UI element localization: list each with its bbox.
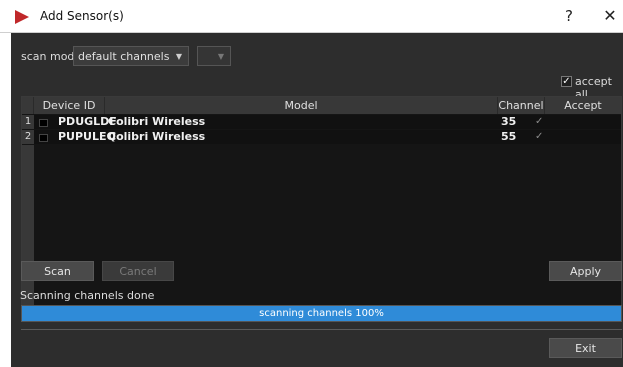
cancel-button-label: Cancel xyxy=(119,265,157,278)
column-header-device-id[interactable]: Device ID xyxy=(34,97,105,114)
channel-cell: 35 xyxy=(501,115,517,128)
title-bar: Add Sensor(s) ? ✕ xyxy=(0,0,623,33)
row-header-corner xyxy=(22,97,34,114)
help-button[interactable]: ? xyxy=(559,7,579,25)
exit-button[interactable]: Exit xyxy=(549,338,622,358)
scan-progress-bar: scanning channels 100% xyxy=(21,305,622,322)
accept-all-checkbox[interactable]: ✓ xyxy=(561,76,572,87)
table-row[interactable]: 2 PUPULEQ Colibri Wireless 55 ✓ xyxy=(22,130,621,144)
column-header-accept[interactable]: Accept xyxy=(545,97,621,114)
dialog-body: scan mode default channels ▼ ▼ ✓ accept … xyxy=(11,33,623,367)
device-icon xyxy=(39,134,48,142)
row-number: 1 xyxy=(22,115,34,129)
apply-button-label: Apply xyxy=(569,265,602,278)
model-cell: Colibri Wireless xyxy=(108,115,206,128)
accept-checkbox[interactable]: ✓ xyxy=(535,115,543,129)
scan-button[interactable]: Scan xyxy=(21,261,94,281)
column-header-channel[interactable]: Channel xyxy=(498,97,545,114)
chevron-down-icon: ▼ xyxy=(217,52,224,61)
accept-checkbox[interactable]: ✓ xyxy=(535,130,543,144)
exit-button-label: Exit xyxy=(575,342,596,355)
chevron-down-icon: ▼ xyxy=(175,52,182,61)
table-row[interactable]: 1 PDUGLDF Colibri Wireless 35 ✓ xyxy=(22,115,621,129)
row-number: 2 xyxy=(22,130,34,144)
channel-select[interactable]: ▼ xyxy=(197,46,231,66)
close-button[interactable]: ✕ xyxy=(600,6,620,25)
window-title: Add Sensor(s) xyxy=(40,9,124,23)
device-icon xyxy=(39,119,48,127)
cancel-button[interactable]: Cancel xyxy=(102,261,174,281)
apply-button[interactable]: Apply xyxy=(549,261,622,281)
column-header-model[interactable]: Model xyxy=(105,97,498,114)
table-header: Device ID Model Channel Accept xyxy=(22,97,621,114)
divider xyxy=(21,329,622,330)
sensor-table: Device ID Model Channel Accept 1 PDUGLDF… xyxy=(21,96,622,315)
progress-label: scanning channels 100% xyxy=(259,308,384,319)
model-cell: Colibri Wireless xyxy=(108,130,206,143)
channel-cell: 55 xyxy=(501,130,517,143)
app-logo-icon xyxy=(15,10,29,24)
scan-mode-value: default channels xyxy=(78,50,170,63)
status-text: Scanning channels done xyxy=(20,289,155,302)
scan-button-label: Scan xyxy=(44,265,71,278)
scan-mode-select[interactable]: default channels ▼ xyxy=(73,46,189,66)
